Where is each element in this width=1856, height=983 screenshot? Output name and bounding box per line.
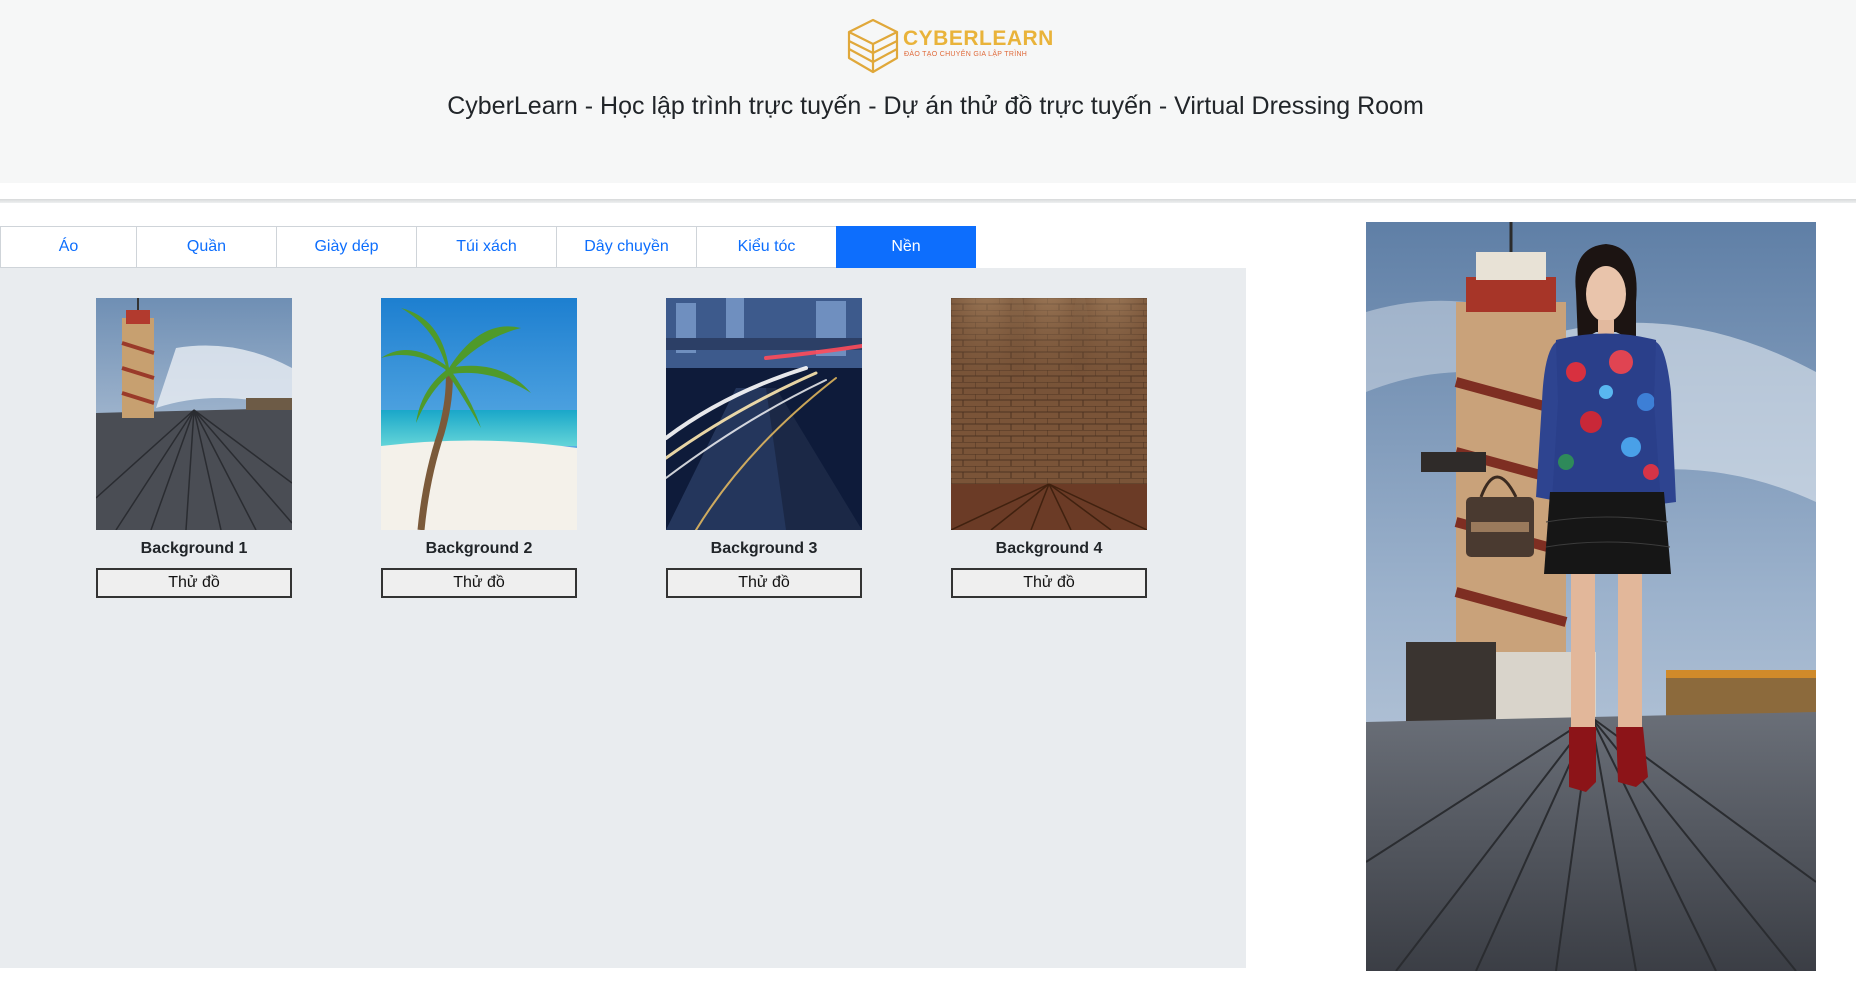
tab-nen[interactable]: Nền <box>836 226 976 268</box>
tab-tui-xach[interactable]: Túi xách <box>416 226 556 268</box>
item-name: Background 2 <box>425 540 533 557</box>
try-on-button[interactable]: Thử đồ <box>666 568 862 598</box>
tab-kieu-toc[interactable]: Kiểu tóc <box>696 226 836 268</box>
item-card: Background 3 Thử đồ <box>666 298 862 598</box>
item-name: Background 4 <box>995 540 1103 557</box>
item-name: Background 1 <box>140 540 248 557</box>
page-header: CYBERLEARN ĐÀO TẠO CHUYÊN GIA LẬP TRÌNH … <box>0 0 1856 183</box>
item-card: Background 2 Thử đồ <box>381 298 577 598</box>
tab-ao[interactable]: Áo <box>0 226 136 268</box>
item-card: Background 1 Thử đồ <box>96 298 292 598</box>
page-title: CyberLearn - Học lập trình trực tuyến - … <box>447 92 1424 120</box>
tab-quan[interactable]: Quần <box>136 226 276 268</box>
category-tabs: Áo Quần Giày dép Túi xách Dây chuyền Kiể… <box>0 226 976 268</box>
logo-tagline: ĐÀO TẠO CHUYÊN GIA LẬP TRÌNH <box>904 51 1028 58</box>
dressing-room-preview <box>1366 222 1816 971</box>
logo-wordmark: CYBERLEARN <box>903 27 1054 50</box>
background-3-thumbnail[interactable] <box>666 298 862 530</box>
item-card: Background 4 Thử đồ <box>951 298 1147 598</box>
try-on-button[interactable]: Thử đồ <box>381 568 577 598</box>
header-divider <box>0 199 1856 203</box>
background-1-thumbnail[interactable] <box>96 298 292 530</box>
background-4-thumbnail[interactable] <box>951 298 1147 530</box>
try-on-button[interactable]: Thử đồ <box>96 568 292 598</box>
try-on-button[interactable]: Thử đồ <box>951 568 1147 598</box>
logo-box-icon <box>847 18 899 74</box>
tab-day-chuyen[interactable]: Dây chuyền <box>556 226 696 268</box>
item-name: Background 3 <box>710 540 818 557</box>
tab-giay-dep[interactable]: Giày dép <box>276 226 416 268</box>
background-2-thumbnail[interactable] <box>381 298 577 530</box>
cyberlearn-logo[interactable]: CYBERLEARN ĐÀO TẠO CHUYÊN GIA LẬP TRÌNH <box>845 17 1053 75</box>
